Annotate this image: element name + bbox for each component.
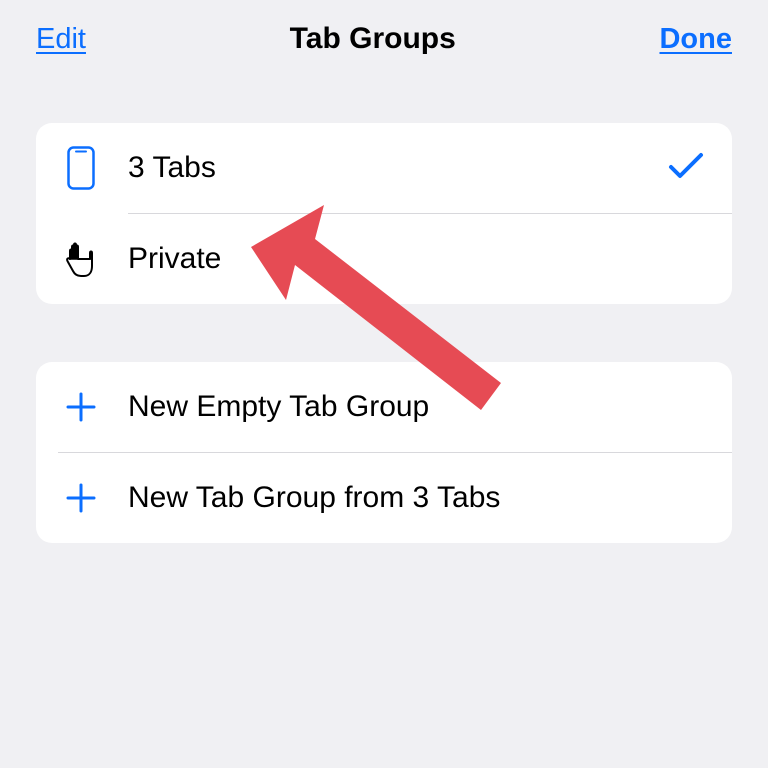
- new-empty-tab-group-row[interactable]: New Empty Tab Group: [36, 362, 732, 452]
- page-title: Tab Groups: [290, 22, 456, 56]
- tabs-row[interactable]: 3 Tabs: [36, 123, 732, 213]
- row-label: New Tab Group from 3 Tabs: [128, 481, 714, 515]
- row-label: 3 Tabs: [128, 151, 668, 185]
- plus-icon: [58, 482, 104, 514]
- edit-button[interactable]: Edit: [36, 23, 86, 56]
- row-label: New Empty Tab Group: [128, 390, 714, 424]
- hand-icon: [58, 239, 104, 279]
- done-button[interactable]: Done: [659, 23, 732, 56]
- new-tab-group-from-tabs-row[interactable]: New Tab Group from 3 Tabs: [36, 453, 732, 543]
- plus-icon: [58, 391, 104, 423]
- checkmark-icon: [668, 151, 704, 186]
- private-row[interactable]: Private: [36, 214, 732, 304]
- header: Edit Tab Groups Done: [0, 0, 768, 56]
- phone-icon: [58, 146, 104, 190]
- tab-groups-section: 3 Tabs Private: [36, 123, 732, 304]
- row-label: Private: [128, 242, 714, 276]
- actions-section: New Empty Tab Group New Tab Group from 3…: [36, 362, 732, 543]
